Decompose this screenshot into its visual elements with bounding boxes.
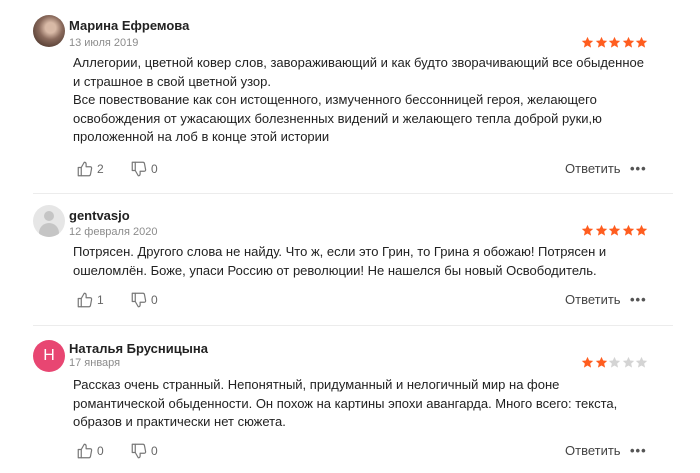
review-text: Рассказ очень странный. Непонятный, прид… — [73, 376, 653, 432]
thumbs-down-icon — [131, 292, 147, 308]
rating-stars — [581, 36, 649, 49]
star-empty-icon — [622, 356, 634, 368]
more-options-icon[interactable]: ••• — [630, 443, 647, 458]
author-name[interactable]: gentvasjo — [69, 208, 130, 223]
author-name[interactable]: Наталья Брусницына — [69, 341, 208, 356]
like-button[interactable]: 0 — [76, 442, 104, 460]
thumbs-up-icon — [77, 292, 93, 308]
like-button[interactable]: 1 — [76, 291, 104, 309]
review-date: 17 января — [69, 357, 121, 369]
thumbs-down-icon — [131, 161, 147, 177]
review-text: Потрясен. Другого слова не найду. Что ж,… — [73, 243, 653, 280]
like-count: 2 — [97, 162, 104, 176]
star-filled-icon — [581, 36, 594, 48]
review-paragraph: Все повествование как сон истощенного, и… — [73, 92, 602, 144]
review-text: Аллегории, цветной ковер слов, заворажив… — [73, 54, 653, 147]
star-empty-icon — [635, 356, 648, 368]
divider — [33, 193, 673, 194]
thumbs-up-icon — [77, 443, 93, 459]
reply-button[interactable]: Ответить — [565, 443, 621, 458]
star-filled-icon — [622, 224, 634, 236]
review-paragraph: Аллегории, цветной ковер слов, заворажив… — [73, 55, 644, 89]
star-filled-icon — [581, 224, 594, 236]
avatar[interactable]: Н — [33, 340, 65, 372]
rating-stars — [581, 224, 649, 237]
thumbs-down-icon — [131, 443, 147, 459]
review-paragraph: Рассказ очень странный. Непонятный, прид… — [73, 377, 618, 429]
dislike-count: 0 — [151, 444, 158, 458]
dislike-count: 0 — [151, 293, 158, 307]
star-filled-icon — [608, 36, 621, 48]
review-date: 12 февраля 2020 — [69, 226, 158, 238]
like-count: 1 — [97, 293, 104, 307]
rating-stars — [581, 356, 649, 369]
user-placeholder-icon — [44, 211, 54, 221]
avatar[interactable] — [33, 15, 65, 47]
review-date: 13 июля 2019 — [69, 37, 139, 49]
dislike-button[interactable]: 0 — [130, 160, 158, 178]
like-count: 0 — [97, 444, 104, 458]
review-paragraph: Потрясен. Другого слова не найду. Что ж,… — [73, 244, 607, 278]
thumbs-up-icon — [77, 161, 93, 177]
avatar[interactable] — [33, 205, 65, 237]
star-filled-icon — [608, 224, 621, 236]
more-options-icon[interactable]: ••• — [630, 292, 647, 307]
dislike-count: 0 — [151, 162, 158, 176]
more-options-icon[interactable]: ••• — [630, 161, 647, 176]
star-filled-icon — [622, 36, 634, 48]
star-filled-icon — [635, 36, 648, 48]
star-filled-icon — [595, 36, 607, 48]
avatar-letter: Н — [43, 347, 55, 364]
reply-button[interactable]: Ответить — [565, 161, 621, 176]
star-filled-icon — [595, 224, 607, 236]
reply-button[interactable]: Ответить — [565, 292, 621, 307]
star-empty-icon — [608, 356, 621, 368]
star-filled-icon — [635, 224, 648, 236]
divider — [33, 325, 673, 326]
star-filled-icon — [581, 356, 594, 368]
dislike-button[interactable]: 0 — [130, 291, 158, 309]
author-name[interactable]: Марина Ефремова — [69, 18, 189, 33]
star-filled-icon — [595, 356, 607, 368]
dislike-button[interactable]: 0 — [130, 442, 158, 460]
like-button[interactable]: 2 — [76, 160, 104, 178]
